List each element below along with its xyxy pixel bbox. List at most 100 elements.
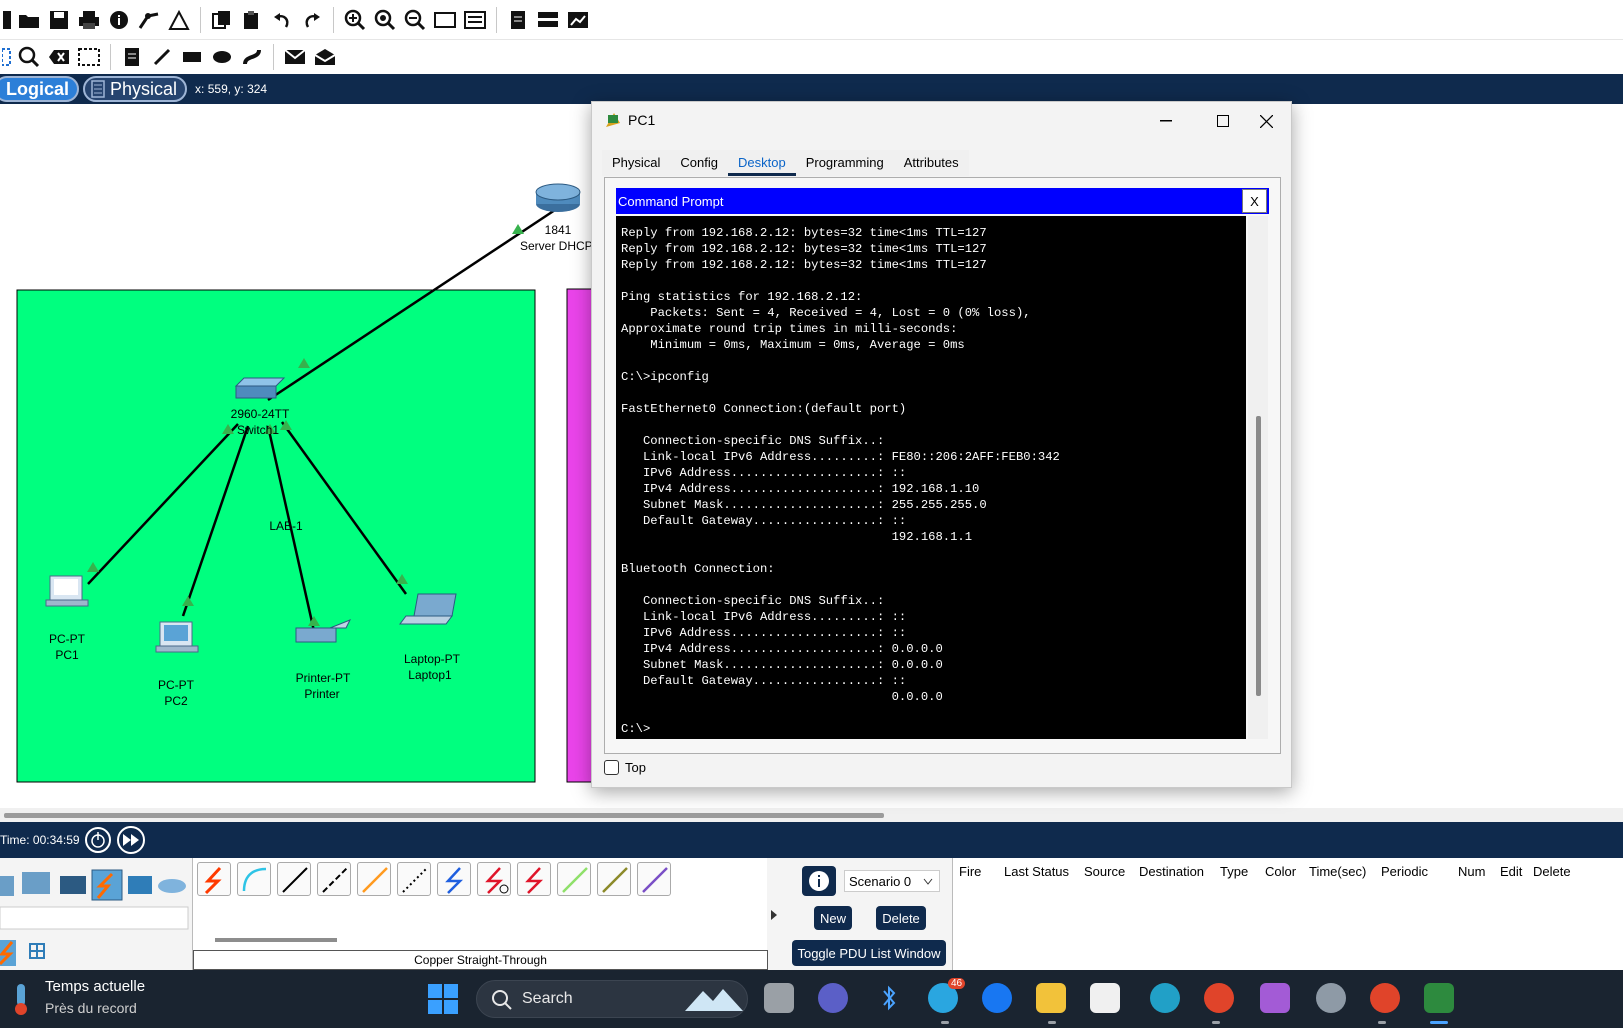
- new-file-icon[interactable]: [0, 5, 14, 35]
- terminal-line: Bluetooth Connection:: [621, 562, 775, 576]
- tab-attributes[interactable]: Attributes: [894, 150, 969, 176]
- pdu-icon[interactable]: [563, 5, 593, 35]
- rectangle-tool-icon[interactable]: [177, 42, 207, 72]
- edge-icon[interactable]: [1150, 983, 1180, 1013]
- terminal-output[interactable]: Reply from 192.168.2.12: bytes=32 time<1…: [616, 216, 1246, 739]
- file-explorer-icon[interactable]: [1036, 983, 1066, 1013]
- select-tool-icon[interactable]: [0, 42, 14, 72]
- multiuser-icon[interactable]: [158, 879, 186, 893]
- ellipse-tool-icon[interactable]: [207, 42, 237, 72]
- copper-straight-through-icon[interactable]: [277, 862, 311, 896]
- category-icon[interactable]: [0, 876, 14, 896]
- command-prompt-close-button[interactable]: X: [1242, 189, 1267, 213]
- connection-scrollbar-thumb[interactable]: [215, 938, 337, 942]
- resize-tool-icon[interactable]: [74, 42, 104, 72]
- inspect-tool-icon[interactable]: [14, 42, 44, 72]
- info-icon[interactable]: [104, 5, 134, 35]
- fiber-icon[interactable]: [357, 862, 391, 896]
- chrome-profile-icon[interactable]: [1370, 983, 1400, 1013]
- octal-cable-icon[interactable]: [557, 862, 591, 896]
- microsoft-store-icon[interactable]: [1090, 983, 1120, 1013]
- physical-view-button[interactable]: Physical: [83, 76, 188, 102]
- tab-config[interactable]: Config: [670, 150, 728, 176]
- terminal-line: Link-local IPv6 Address.........: ::: [621, 610, 907, 624]
- new-scenario-button[interactable]: New: [814, 906, 852, 930]
- document-icon[interactable]: [503, 5, 533, 35]
- windows-start-icon[interactable]: [428, 984, 458, 1014]
- chat-app-icon[interactable]: [818, 983, 848, 1013]
- simple-pdu-icon[interactable]: [280, 42, 310, 72]
- console-cable-icon[interactable]: [237, 862, 271, 896]
- save-icon[interactable]: [44, 5, 74, 35]
- power-cycle-icon[interactable]: [84, 826, 112, 854]
- line-tool-icon[interactable]: [147, 42, 177, 72]
- weather-subtitle[interactable]: Près du record: [45, 1000, 137, 1016]
- note-tool-icon[interactable]: [117, 42, 147, 72]
- router-icon[interactable]: [535, 183, 581, 212]
- pdu-info-button[interactable]: [802, 866, 836, 896]
- maximize-button[interactable]: [1200, 106, 1246, 136]
- auto-connection-icon[interactable]: [197, 862, 231, 896]
- top-checkbox[interactable]: Top: [604, 760, 646, 775]
- toggle-pdu-list-button[interactable]: Toggle PDU List Window: [792, 940, 946, 966]
- server-icon[interactable]: [533, 5, 563, 35]
- print-icon[interactable]: [74, 5, 104, 35]
- weather-title[interactable]: Temps actuelle: [45, 978, 145, 995]
- scrollbar-thumb[interactable]: [1256, 416, 1261, 696]
- open-folder-icon[interactable]: [14, 5, 44, 35]
- pc1-icon[interactable]: [45, 575, 89, 607]
- thermometer-icon[interactable]: [6, 982, 36, 1016]
- fast-forward-icon[interactable]: [116, 826, 146, 854]
- tab-desktop[interactable]: Desktop: [728, 150, 796, 176]
- workspace-horizontal-scrollbar[interactable]: [0, 808, 1623, 822]
- zoom-in-icon[interactable]: [340, 5, 370, 35]
- pc2-icon[interactable]: [155, 621, 199, 653]
- minimize-button[interactable]: [1143, 106, 1189, 136]
- tab-physical[interactable]: Physical: [602, 150, 670, 176]
- usb-cable-icon[interactable]: [637, 862, 671, 896]
- end-devices-icon[interactable]: [22, 872, 50, 894]
- copy-icon[interactable]: [207, 5, 237, 35]
- misc-icon[interactable]: [128, 876, 152, 894]
- logical-view-button[interactable]: Logical: [0, 76, 80, 102]
- task-view-icon[interactable]: [764, 983, 794, 1013]
- tab-programming[interactable]: Programming: [796, 150, 894, 176]
- drawing-palette-icon[interactable]: [430, 5, 460, 35]
- chrome-icon[interactable]: [1204, 983, 1234, 1013]
- panel-expand-arrow-icon[interactable]: [768, 858, 780, 970]
- scrollbar-thumb[interactable]: [4, 813, 884, 818]
- undo-icon[interactable]: [267, 5, 297, 35]
- serial-dce-icon[interactable]: [477, 862, 511, 896]
- phone-cable-icon[interactable]: [397, 862, 431, 896]
- custom-device-dialog-icon[interactable]: [460, 5, 490, 35]
- packet-tracer-taskbar-icon[interactable]: [1424, 983, 1454, 1013]
- terminal-line: Default Gateway.................: ::: [621, 514, 907, 528]
- dialog-titlebar[interactable]: PC1: [592, 102, 1291, 138]
- checkbox-box[interactable]: [604, 760, 619, 775]
- bluetooth-icon[interactable]: [874, 983, 904, 1013]
- close-button[interactable]: [1243, 106, 1289, 136]
- paste-icon[interactable]: [237, 5, 267, 35]
- components-icon[interactable]: [60, 876, 86, 894]
- redo-icon[interactable]: [297, 5, 327, 35]
- running-indicator: [941, 1021, 949, 1024]
- delete-scenario-button[interactable]: Delete: [876, 906, 926, 930]
- activity-wizard-icon[interactable]: [164, 5, 194, 35]
- zoom-reset-icon[interactable]: [370, 5, 400, 35]
- complex-pdu-icon[interactable]: [310, 42, 340, 72]
- taskbar-search[interactable]: Search: [476, 980, 748, 1018]
- zoom-out-icon[interactable]: [400, 5, 430, 35]
- scenario-select[interactable]: Scenario 0: [844, 870, 940, 892]
- serial-dte-icon[interactable]: [517, 862, 551, 896]
- coaxial-cable-icon[interactable]: [437, 862, 471, 896]
- settings-gear-icon[interactable]: [1316, 983, 1346, 1013]
- copper-cross-over-icon[interactable]: [317, 862, 351, 896]
- terminal-scrollbar[interactable]: [1248, 216, 1268, 739]
- freeform-tool-icon[interactable]: [237, 42, 267, 72]
- facebook-icon[interactable]: [982, 983, 1012, 1013]
- copilot-icon[interactable]: [1260, 983, 1290, 1013]
- link-led: [512, 224, 524, 234]
- iot-custom-cable-icon[interactable]: [597, 862, 631, 896]
- network-info-icon[interactable]: [134, 5, 164, 35]
- delete-tool-icon[interactable]: [44, 42, 74, 72]
